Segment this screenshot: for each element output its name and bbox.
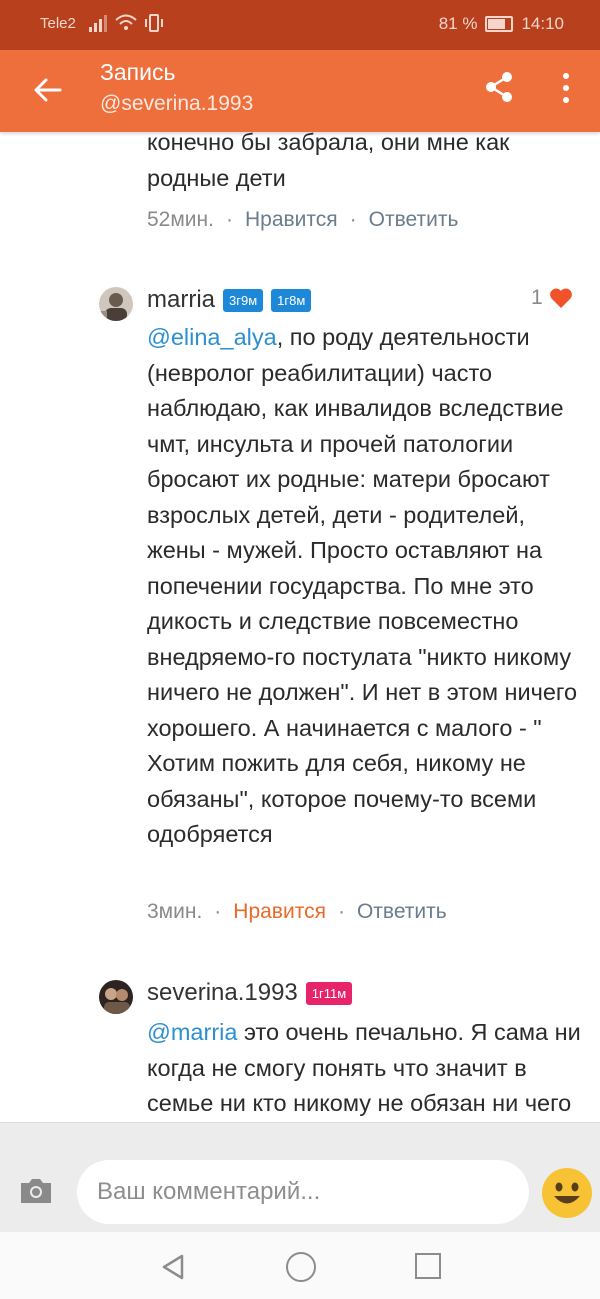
share-icon[interactable]: [484, 71, 514, 103]
comment-composer: [0, 1122, 600, 1233]
comment-time: 52мин.: [147, 208, 214, 231]
comment-time: 3мин.: [147, 900, 203, 923]
separator-dot: ·: [349, 208, 357, 231]
comment-header: marria 3г9м 1г8м: [147, 286, 312, 314]
page-title: Запись: [100, 59, 176, 85]
nav-home-icon[interactable]: [286, 1252, 316, 1282]
wifi-icon: [115, 14, 137, 30]
tenure-badge: 1г8м: [271, 288, 312, 312]
comment-body: @marria это очень печально. Я сама ни ко…: [147, 1015, 587, 1122]
battery-icon: [485, 16, 514, 32]
like-counter[interactable]: 1: [531, 286, 573, 310]
reply-button[interactable]: Ответить: [369, 208, 459, 232]
tenure-badge: 1г11м: [305, 981, 353, 1005]
tenure-badge: 3г9м: [223, 288, 264, 312]
system-nav-bar: [0, 1232, 600, 1299]
status-right: 81 % 14:10: [439, 14, 564, 34]
comment-meta: 3мин. · Нравится · Ответить: [147, 900, 447, 924]
vibrate-icon: [145, 14, 163, 32]
like-button[interactable]: Нравится: [245, 208, 338, 232]
battery-percent: 81 %: [438, 14, 478, 33]
username[interactable]: marria: [147, 286, 215, 314]
app-bar: Запись @severina.1993: [0, 50, 600, 132]
nav-back-icon[interactable]: [160, 1253, 186, 1281]
comments-list[interactable]: конечно бы забрала, они мне как родные д…: [0, 132, 600, 1122]
carrier-label: Tele2: [40, 15, 76, 32]
comment-body: @elina_alya, по роду деятельности (невро…: [147, 320, 587, 853]
more-vert-icon[interactable]: [558, 71, 574, 105]
avatar-image: [99, 980, 133, 1014]
comment-text: , по роду деятельности (невролог реабили…: [147, 324, 578, 847]
page-subtitle[interactable]: @severina.1993: [100, 92, 253, 116]
like-button[interactable]: Нравится: [233, 900, 326, 924]
back-arrow-icon[interactable]: [30, 72, 66, 108]
separator-dot: ·: [214, 900, 222, 923]
avatar[interactable]: [99, 287, 133, 321]
username[interactable]: severina.1993: [147, 979, 298, 1007]
separator-dot: ·: [225, 208, 233, 231]
separator-dot: ·: [337, 900, 345, 923]
comment-input[interactable]: [77, 1160, 517, 1224]
comment-field[interactable]: [77, 1160, 529, 1224]
status-bar: Tele2 81 % 14:10: [0, 0, 600, 50]
avatar-image: [99, 287, 133, 321]
smiley-icon[interactable]: [541, 1167, 593, 1219]
mention-link[interactable]: @elina_alya: [147, 324, 277, 350]
nav-recent-icon[interactable]: [415, 1253, 441, 1279]
comment-meta: 52мин. · Нравится · Ответить: [147, 208, 587, 232]
reply-button[interactable]: Ответить: [357, 900, 447, 924]
mention-link[interactable]: @marria: [147, 1019, 237, 1045]
camera-icon[interactable]: [18, 1176, 54, 1206]
signal-icon: [89, 15, 107, 32]
comment-text: конечно бы забрала, они мне как родные д…: [147, 132, 510, 191]
signal-icons: [88, 13, 164, 33]
comment-item: конечно бы забрала, они мне как родные д…: [147, 132, 587, 232]
heart-icon: [549, 288, 572, 308]
avatar[interactable]: [99, 980, 133, 1014]
like-count: 1: [531, 286, 543, 309]
comment-header: severina.1993 1г11м: [147, 979, 353, 1007]
clock: 14:10: [521, 14, 564, 33]
